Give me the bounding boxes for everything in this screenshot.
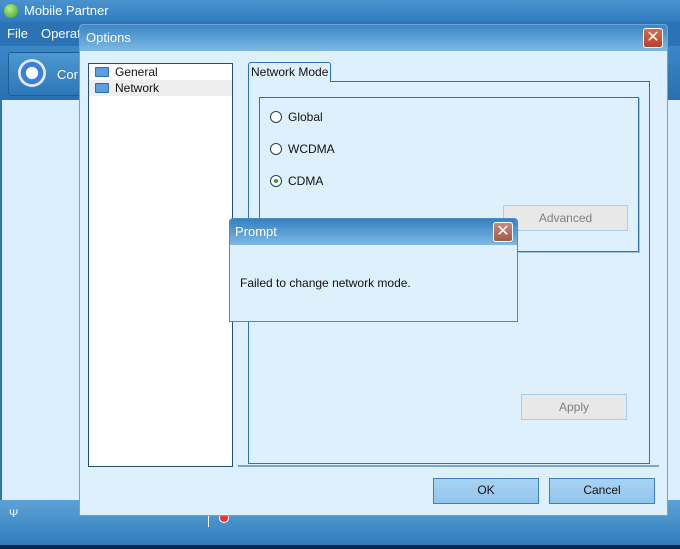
folder-open-icon bbox=[95, 83, 109, 93]
apply-button[interactable]: Apply bbox=[521, 394, 627, 420]
prompt-dialog: Prompt ✕ Failed to change network mode. bbox=[229, 218, 518, 322]
radio-label: CDMA bbox=[288, 174, 324, 188]
connect-icon bbox=[18, 59, 46, 87]
prompt-message: Failed to change network mode. bbox=[240, 276, 411, 290]
ok-button[interactable]: OK bbox=[433, 478, 539, 504]
main-title-bar: Mobile Partner bbox=[0, 0, 680, 22]
radio-icon bbox=[270, 111, 282, 123]
radio-checked-icon bbox=[270, 175, 282, 187]
tree-label: Network bbox=[115, 81, 160, 95]
app-logo-icon bbox=[4, 4, 18, 18]
radio-cdma[interactable]: CDMA bbox=[270, 173, 323, 189]
tree-item-network[interactable]: Network bbox=[89, 80, 232, 96]
tab-network-mode[interactable]: Network Mode bbox=[248, 62, 331, 82]
status-divider bbox=[208, 515, 209, 527]
tree-label: General bbox=[115, 65, 158, 79]
menu-operations[interactable]: Operat bbox=[41, 26, 81, 41]
prompt-title: Prompt bbox=[230, 219, 517, 245]
folder-icon bbox=[95, 67, 109, 77]
cancel-button[interactable]: Cancel bbox=[549, 478, 655, 504]
taskbar-strip bbox=[0, 545, 680, 549]
radio-label: Global bbox=[288, 110, 323, 124]
signal-icon: Ψ bbox=[9, 508, 19, 520]
options-close-button[interactable]: ✕ bbox=[643, 28, 663, 48]
radio-icon bbox=[270, 143, 282, 155]
radio-label: WCDMA bbox=[288, 142, 335, 156]
radio-global[interactable]: Global bbox=[270, 109, 323, 125]
options-title: Options bbox=[80, 25, 667, 51]
menu-file[interactable]: File bbox=[7, 26, 28, 41]
tree-item-general[interactable]: General bbox=[89, 64, 232, 80]
divider bbox=[238, 465, 659, 467]
advanced-button[interactable]: Advanced bbox=[503, 205, 628, 231]
options-tree: General Network bbox=[88, 63, 233, 467]
radio-wcdma[interactable]: WCDMA bbox=[270, 141, 335, 157]
prompt-close-button[interactable]: ✕ bbox=[493, 222, 513, 242]
